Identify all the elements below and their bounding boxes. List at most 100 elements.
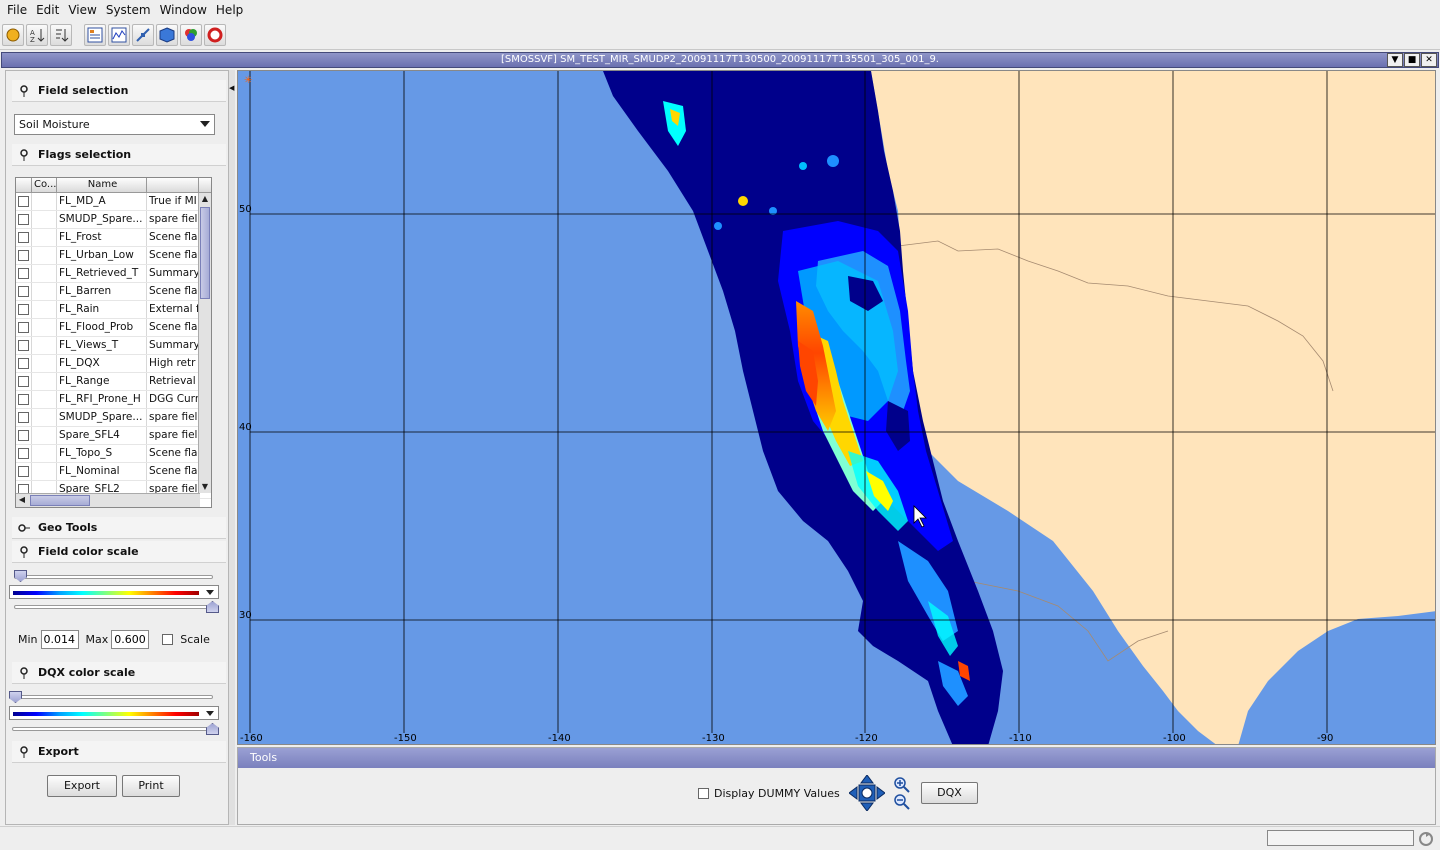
column-header-check[interactable] [16, 178, 32, 192]
flag-checkbox[interactable] [18, 358, 29, 369]
tools-header[interactable]: Tools [238, 748, 1435, 768]
pan-navigation-icon[interactable] [849, 775, 885, 811]
row-color-cell[interactable] [32, 211, 57, 228]
zoom-out-icon[interactable] [894, 794, 910, 810]
table-row[interactable]: FL_Range Retrieval [16, 373, 211, 391]
menu-file[interactable]: File [4, 3, 33, 17]
row-color-cell[interactable] [32, 373, 57, 390]
open-button[interactable] [2, 23, 24, 46]
menu-view[interactable]: View [65, 3, 102, 17]
satellite-button[interactable] [132, 23, 154, 46]
flag-checkbox[interactable] [18, 268, 29, 279]
collapse-left-icon[interactable]: ◀ [229, 84, 234, 92]
table-row[interactable]: FL_Barren Scene flag [16, 283, 211, 301]
table-row[interactable]: SMUDP_Spare... spare field [16, 211, 211, 229]
map-view[interactable]: 50 40 30 -160 -150 -140 -130 -120 -110 -100 -90 ✳ [237, 70, 1436, 745]
row-color-cell[interactable] [32, 283, 57, 300]
field-min-slider[interactable] [14, 575, 213, 579]
flag-checkbox[interactable] [18, 376, 29, 387]
field-color-scale-header[interactable]: Field color scale [12, 541, 226, 563]
dqx-colormap-dropdown[interactable] [9, 706, 219, 720]
row-color-cell[interactable] [32, 301, 57, 318]
dqx-button[interactable]: DQX [921, 782, 978, 804]
row-color-cell[interactable] [32, 445, 57, 462]
dqx-min-slider[interactable] [12, 695, 213, 699]
table-row[interactable]: FL_DQX High retr [16, 355, 211, 373]
table-row[interactable]: FL_Rain External f [16, 301, 211, 319]
sort-ascending-button[interactable]: AZ [26, 23, 48, 46]
vertical-scrollbar[interactable]: ▲ ▼ [198, 193, 211, 493]
scroll-left-icon[interactable]: ◀ [16, 494, 28, 506]
sort-descending-button[interactable] [50, 23, 72, 46]
flag-checkbox[interactable] [18, 466, 29, 477]
row-color-cell[interactable] [32, 229, 57, 246]
field-select-dropdown[interactable]: Soil Moisture [14, 114, 215, 135]
flag-checkbox[interactable] [18, 412, 29, 423]
scrollbar-thumb[interactable] [30, 495, 90, 506]
chart-view-button[interactable] [108, 23, 130, 46]
row-color-cell[interactable] [32, 409, 57, 426]
row-color-cell[interactable] [32, 463, 57, 480]
scroll-down-icon[interactable]: ▼ [199, 481, 211, 493]
table-view-button[interactable] [84, 23, 106, 46]
menu-help[interactable]: Help [213, 3, 249, 17]
column-header-color[interactable]: Co... [32, 178, 57, 192]
table-row[interactable]: FL_Views_T Summary [16, 337, 211, 355]
table-row[interactable]: SMUDP_Spare... spare field [16, 409, 211, 427]
table-row[interactable]: Spare_SFL4 spare field [16, 427, 211, 445]
row-color-cell[interactable] [32, 247, 57, 264]
row-color-cell[interactable] [32, 193, 57, 210]
table-row[interactable]: FL_Retrieved_T Summary [16, 265, 211, 283]
internal-frame-title[interactable]: [SMOSSVF] SM_TEST_MIR_SMUDP2_20091117T13… [1, 52, 1439, 68]
row-color-cell[interactable] [32, 337, 57, 354]
table-row[interactable]: FL_RFI_Prone_H DGG Curr [16, 391, 211, 409]
cube-button[interactable] [156, 23, 178, 46]
row-color-cell[interactable] [32, 427, 57, 444]
flag-checkbox[interactable] [18, 196, 29, 207]
flags-selection-header[interactable]: Flags selection [12, 144, 226, 166]
menu-window[interactable]: Window [157, 3, 213, 17]
flag-checkbox[interactable] [18, 448, 29, 459]
flag-checkbox[interactable] [18, 232, 29, 243]
help-button[interactable] [204, 23, 226, 46]
zoom-in-icon[interactable] [894, 777, 910, 793]
row-color-cell[interactable] [32, 265, 57, 282]
display-dummy-checkbox[interactable] [698, 788, 709, 799]
scroll-up-icon[interactable]: ▲ [199, 193, 211, 205]
color-circles-button[interactable] [180, 23, 202, 46]
frame-close-button[interactable]: ✕ [1421, 53, 1437, 67]
dqx-color-scale-header[interactable]: DQX color scale [12, 662, 226, 684]
table-row[interactable]: FL_Urban_Low Scene flag [16, 247, 211, 265]
scale-checkbox[interactable] [162, 634, 174, 645]
menu-system[interactable]: System [103, 3, 157, 17]
dqx-max-slider[interactable] [12, 727, 213, 731]
export-button[interactable]: Export [47, 775, 117, 797]
flag-checkbox[interactable] [18, 304, 29, 315]
frame-menu-button[interactable]: ▼ [1387, 53, 1403, 67]
flag-checkbox[interactable] [18, 430, 29, 441]
field-min-slider-knob[interactable] [14, 570, 27, 582]
menu-edit[interactable]: Edit [33, 3, 65, 17]
export-header[interactable]: Export [12, 741, 226, 763]
column-header-name[interactable]: Name [57, 178, 147, 192]
dqx-max-slider-knob[interactable] [206, 723, 219, 735]
table-row[interactable]: FL_MD_A True if MI [16, 193, 211, 211]
soil-moisture-map[interactable]: 50 40 30 -160 -150 -140 -130 -120 -110 -100 -90 ✳ [238, 71, 1436, 745]
table-row[interactable]: FL_Topo_S Scene flag [16, 445, 211, 463]
dqx-min-slider-knob[interactable] [9, 691, 22, 703]
geo-tools-header[interactable]: Geo Tools [12, 517, 226, 539]
min-input[interactable] [40, 630, 79, 649]
flag-checkbox[interactable] [18, 340, 29, 351]
refresh-icon[interactable] [1418, 831, 1434, 847]
display-dummy-toggle[interactable]: Display DUMMY Values [698, 787, 840, 800]
row-color-cell[interactable] [32, 319, 57, 336]
flag-checkbox[interactable] [18, 250, 29, 261]
max-input[interactable] [111, 630, 150, 649]
field-colormap-dropdown[interactable] [9, 585, 219, 599]
horizontal-scrollbar[interactable]: ◀ [16, 493, 200, 507]
table-row[interactable]: FL_Frost Scene flag [16, 229, 211, 247]
row-color-cell[interactable] [32, 391, 57, 408]
panel-splitter[interactable]: ◀ [229, 70, 235, 825]
flag-checkbox[interactable] [18, 322, 29, 333]
flag-checkbox[interactable] [18, 286, 29, 297]
